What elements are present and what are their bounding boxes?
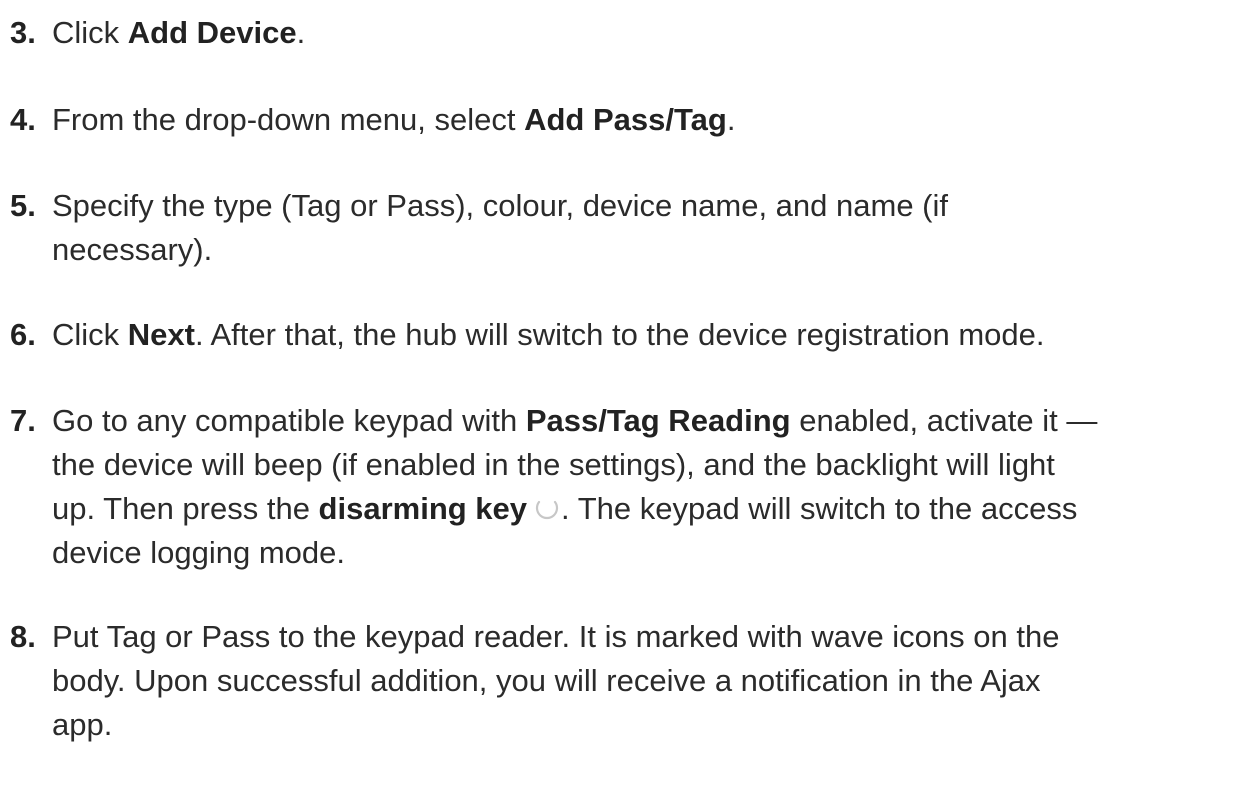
step-4-line: 4. From the drop-down menu, select Add Pa… bbox=[10, 98, 1235, 142]
step-7-line-3: up. Then press the disarming key . The ke… bbox=[10, 487, 1235, 531]
step-emphasis: Add Pass/Tag bbox=[524, 102, 727, 137]
step-text: Put Tag or Pass to the keypad reader. It… bbox=[52, 619, 1060, 654]
step-number: 5. bbox=[10, 188, 36, 223]
step-text: . bbox=[296, 15, 306, 50]
step-8: 8. Put Tag or Pass to the keypad reader. … bbox=[10, 615, 1235, 747]
step-5-line-2: necessary). bbox=[52, 232, 213, 267]
step-5: 5. Specify the type (Tag or Pass), colour… bbox=[10, 184, 1235, 272]
step-text: Specify the type (Tag or Pass), colour, … bbox=[52, 188, 949, 223]
step-7-line-1: 7. Go to any compatible keypad with Pass/… bbox=[10, 399, 1235, 443]
step-7: 7. Go to any compatible keypad with Pass/… bbox=[10, 399, 1235, 575]
step-emphasis: Next bbox=[127, 317, 195, 352]
step-8-line-2: body. Upon successful addition, you will… bbox=[52, 663, 1041, 698]
step-text: up. Then press the bbox=[52, 491, 319, 526]
step-text: Go to any compatible keypad with bbox=[52, 403, 526, 438]
step-7-line-2: the device will beep (if enabled in the … bbox=[52, 447, 1055, 482]
step-emphasis: Pass/Tag Reading bbox=[525, 403, 791, 438]
step-7-line-4: device logging mode. bbox=[52, 535, 345, 570]
step-4: 4. From the drop-down menu, select Add Pa… bbox=[10, 98, 1235, 142]
step-text: . After that, the hub will switch to the… bbox=[194, 317, 1045, 352]
step-number: 6. bbox=[10, 317, 36, 352]
step-emphasis: disarming key bbox=[318, 491, 528, 526]
step-8-line-3: app. bbox=[52, 707, 113, 742]
step-text: . The keypad will switch to the access bbox=[561, 491, 1078, 526]
step-text: From the drop-down menu, select bbox=[52, 102, 525, 137]
step-text: enabled, activate it — bbox=[790, 403, 1098, 438]
step-emphasis: Add Device bbox=[127, 15, 297, 50]
step-6: 6. Click Next. After that, the hub will s… bbox=[10, 313, 1235, 357]
step-text: Click bbox=[52, 15, 128, 50]
step-6-line: 6. Click Next. After that, the hub will s… bbox=[10, 313, 1235, 357]
step-3-line: 3. Click Add Device. bbox=[10, 11, 1235, 55]
step-text: Click bbox=[52, 317, 128, 352]
step-number: 7. bbox=[10, 403, 36, 438]
step-number: 3. bbox=[10, 15, 36, 50]
step-8-line-1: 8. Put Tag or Pass to the keypad reader. … bbox=[10, 615, 1235, 659]
step-5-line-1: 5. Specify the type (Tag or Pass), colour… bbox=[10, 184, 1235, 228]
step-3: 3. Click Add Device. bbox=[10, 11, 1235, 55]
step-number: 4. bbox=[10, 102, 36, 137]
step-number: 8. bbox=[10, 619, 36, 654]
step-text: . bbox=[726, 102, 736, 137]
disarm-circle-icon bbox=[536, 500, 559, 520]
